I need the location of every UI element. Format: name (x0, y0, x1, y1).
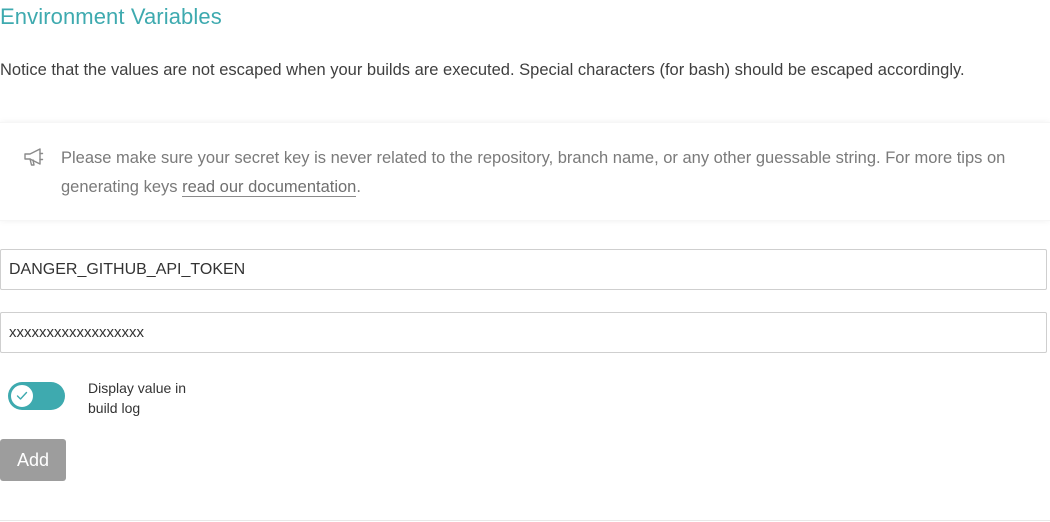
tip-box: Please make sure your secret key is neve… (0, 122, 1050, 221)
check-icon (16, 391, 28, 400)
escape-notice: Notice that the values are not escaped w… (0, 61, 965, 79)
megaphone-icon (22, 146, 48, 168)
environment-variables-section: Environment Variables Notice that the va… (0, 0, 1050, 522)
variable-value-input[interactable] (0, 312, 1047, 353)
section-title: Environment Variables (0, 4, 222, 29)
divider (0, 520, 1050, 521)
toggle-knob (10, 384, 34, 408)
tip-text: Please make sure your secret key is neve… (61, 144, 1036, 202)
documentation-link[interactable]: read our documentation (182, 178, 357, 197)
display-value-label: Display value in build log (88, 380, 187, 416)
variable-name-input[interactable] (0, 249, 1047, 290)
add-button[interactable]: Add (0, 439, 66, 481)
display-value-toggle[interactable] (8, 382, 65, 410)
tip-suffix: . (356, 178, 361, 196)
